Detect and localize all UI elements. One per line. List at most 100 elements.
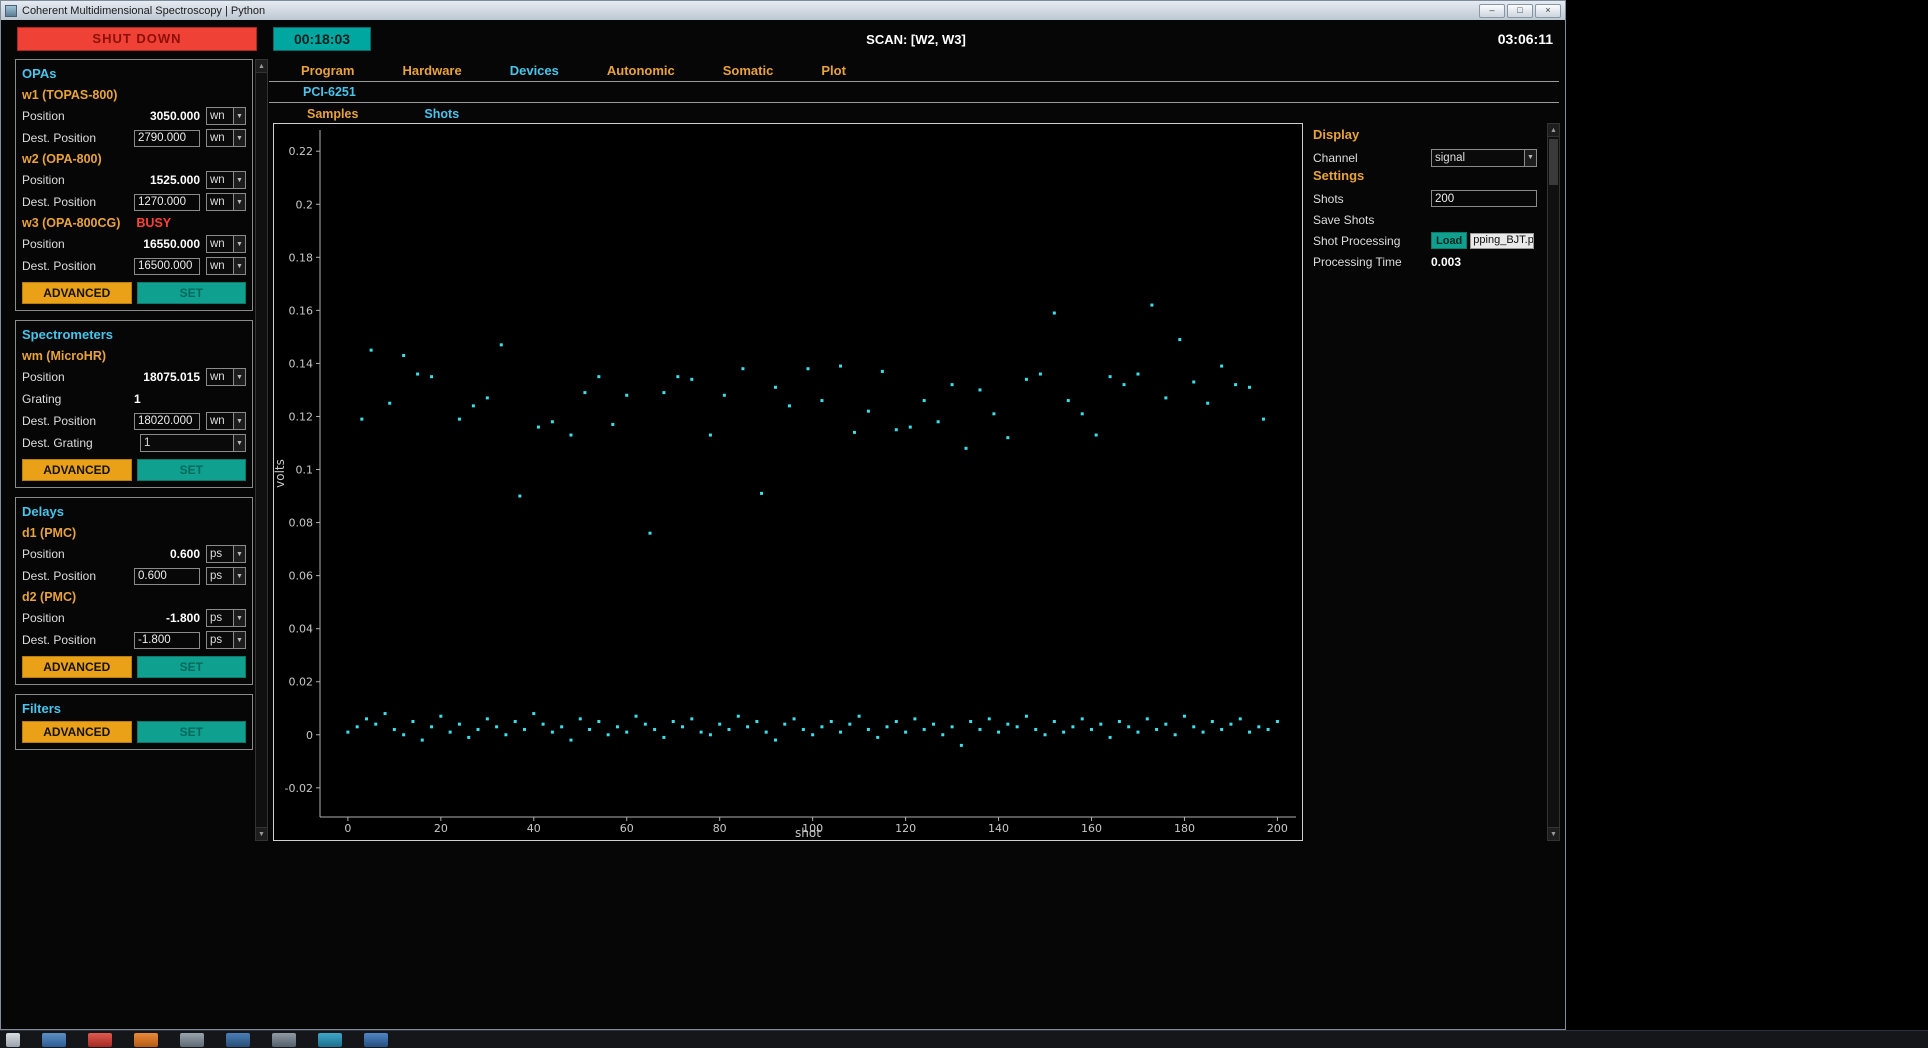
grating-label: Grating: [22, 392, 62, 406]
chevron-down-icon[interactable]: ▼: [233, 546, 245, 562]
taskbar-icon[interactable]: [318, 1033, 342, 1047]
units-select[interactable]: ps ▼: [206, 609, 246, 627]
dest-position-label: Dest. Position: [22, 569, 97, 583]
scroll-up-icon[interactable]: ▲: [1548, 124, 1559, 137]
set-button[interactable]: SET: [136, 282, 246, 304]
taskbar-icon[interactable]: [88, 1033, 112, 1047]
opa-w2: w2 (OPA-800) Position 1525.000 wn ▼ Dest…: [22, 149, 246, 213]
position-value: -1.800: [165, 611, 200, 625]
processing-time-row: Processing Time 0.003: [1313, 251, 1545, 272]
taskbar-icon[interactable]: [6, 1033, 20, 1047]
tab-hardware[interactable]: Hardware: [402, 63, 461, 78]
chevron-down-icon[interactable]: ▼: [233, 130, 245, 146]
taskbar-icon[interactable]: [272, 1033, 296, 1047]
svg-text:0.22: 0.22: [289, 145, 314, 158]
taskbar-icon[interactable]: [364, 1033, 388, 1047]
chevron-down-icon[interactable]: ▼: [1524, 149, 1536, 166]
chevron-down-icon[interactable]: ▼: [233, 194, 245, 210]
dest-position-input[interactable]: [134, 412, 200, 430]
chevron-down-icon[interactable]: ▼: [233, 258, 245, 274]
sidebar-scrollbar[interactable]: ▲ ▼: [255, 59, 268, 841]
units-select[interactable]: wn ▼: [206, 235, 246, 253]
dest-position-input[interactable]: [134, 257, 200, 275]
set-button[interactable]: SET: [136, 459, 246, 481]
grating-row: Grating 1: [22, 388, 246, 410]
position-label: Position: [22, 370, 65, 384]
scrollbar-thumb[interactable]: [1549, 139, 1558, 185]
advanced-button[interactable]: ADVANCED: [22, 656, 132, 678]
tab-somatic[interactable]: Somatic: [723, 63, 774, 78]
units-select[interactable]: ps ▼: [206, 545, 246, 563]
scroll-down-icon[interactable]: ▼: [256, 827, 267, 840]
svg-text:20: 20: [434, 822, 448, 835]
advanced-button[interactable]: ADVANCED: [22, 459, 132, 481]
dest-position-input[interactable]: [134, 631, 200, 649]
chevron-down-icon[interactable]: ▼: [233, 172, 245, 188]
shot-processing-label: Shot Processing: [1313, 233, 1401, 248]
opa-w3: w3 (OPA-800CG) BUSY Position 16550.000 w…: [22, 213, 246, 277]
window-title: Coherent Multidimensional Spectroscopy |…: [22, 4, 266, 17]
svg-text:160: 160: [1081, 822, 1102, 835]
tab-plot[interactable]: Plot: [821, 63, 846, 78]
chevron-down-icon[interactable]: ▼: [233, 369, 245, 385]
processing-file-field[interactable]: pping_BJT.py: [1470, 232, 1535, 249]
dest-position-input[interactable]: [134, 193, 200, 211]
units-select[interactable]: ps ▼: [206, 631, 246, 649]
load-button[interactable]: Load: [1431, 232, 1468, 249]
maximize-icon[interactable]: □: [1507, 3, 1533, 18]
chevron-down-icon[interactable]: ▼: [233, 610, 245, 626]
units-select[interactable]: wn ▼: [206, 107, 246, 125]
svg-text:shot: shot: [795, 826, 821, 840]
tab-pci-6251[interactable]: PCI-6251: [303, 85, 356, 99]
units-select[interactable]: wn ▼: [206, 171, 246, 189]
dest-position-input[interactable]: [134, 567, 200, 585]
hardware-sidebar: OPAs w1 (TOPAS-800) Position 3050.000 wn…: [15, 59, 253, 759]
grating-value: 1: [134, 392, 141, 406]
chevron-down-icon[interactable]: ▼: [233, 435, 245, 451]
dest-position-row: Dest. Position wn ▼: [22, 127, 246, 149]
units-select[interactable]: wn ▼: [206, 129, 246, 147]
save-shots-label: Save Shots: [1313, 212, 1375, 227]
divider: [269, 81, 1559, 82]
dest-position-row: Dest. Position wn ▼: [22, 410, 246, 432]
dest-grating-select[interactable]: 1 ▼: [140, 434, 246, 452]
channel-select[interactable]: signal ▼: [1431, 148, 1537, 167]
chevron-down-icon[interactable]: ▼: [233, 108, 245, 124]
svg-text:0: 0: [306, 729, 313, 742]
shots-input[interactable]: [1431, 190, 1537, 207]
tab-samples[interactable]: Samples: [307, 107, 358, 121]
scroll-down-icon[interactable]: ▼: [1548, 827, 1559, 840]
units-select[interactable]: wn ▼: [206, 368, 246, 386]
taskbar-icon[interactable]: [226, 1033, 250, 1047]
chevron-down-icon[interactable]: ▼: [233, 413, 245, 429]
chevron-down-icon[interactable]: ▼: [233, 236, 245, 252]
tab-program[interactable]: Program: [301, 63, 354, 78]
scroll-up-icon[interactable]: ▲: [256, 60, 267, 73]
chevron-down-icon[interactable]: ▼: [233, 568, 245, 584]
taskbar-icon[interactable]: [134, 1033, 158, 1047]
tab-shots[interactable]: Shots: [424, 107, 459, 121]
taskbar-icon[interactable]: [42, 1033, 66, 1047]
panel-scrollbar[interactable]: ▲ ▼: [1547, 123, 1560, 841]
units-select[interactable]: ps ▼: [206, 567, 246, 585]
units-select[interactable]: wn ▼: [206, 257, 246, 275]
hardware-name: wm (MicroHR): [22, 349, 107, 363]
advanced-button[interactable]: ADVANCED: [22, 721, 132, 743]
tab-autonomic[interactable]: Autonomic: [607, 63, 675, 78]
close-icon[interactable]: ×: [1535, 3, 1561, 18]
advanced-button[interactable]: ADVANCED: [22, 282, 132, 304]
set-button[interactable]: SET: [136, 656, 246, 678]
shutdown-button[interactable]: SHUT DOWN: [17, 27, 257, 51]
units-select[interactable]: wn ▼: [206, 193, 246, 211]
svg-text:140: 140: [988, 822, 1009, 835]
tab-devices[interactable]: Devices: [510, 63, 559, 78]
position-row: Position -1.800 ps ▼: [22, 607, 246, 629]
chevron-down-icon[interactable]: ▼: [233, 632, 245, 648]
units-select[interactable]: wn ▼: [206, 412, 246, 430]
minimize-icon[interactable]: –: [1479, 3, 1505, 18]
taskbar-icon[interactable]: [180, 1033, 204, 1047]
dest-position-input[interactable]: [134, 129, 200, 147]
position-label: Position: [22, 173, 65, 187]
dest-position-label: Dest. Position: [22, 633, 97, 647]
set-button[interactable]: SET: [136, 721, 246, 743]
